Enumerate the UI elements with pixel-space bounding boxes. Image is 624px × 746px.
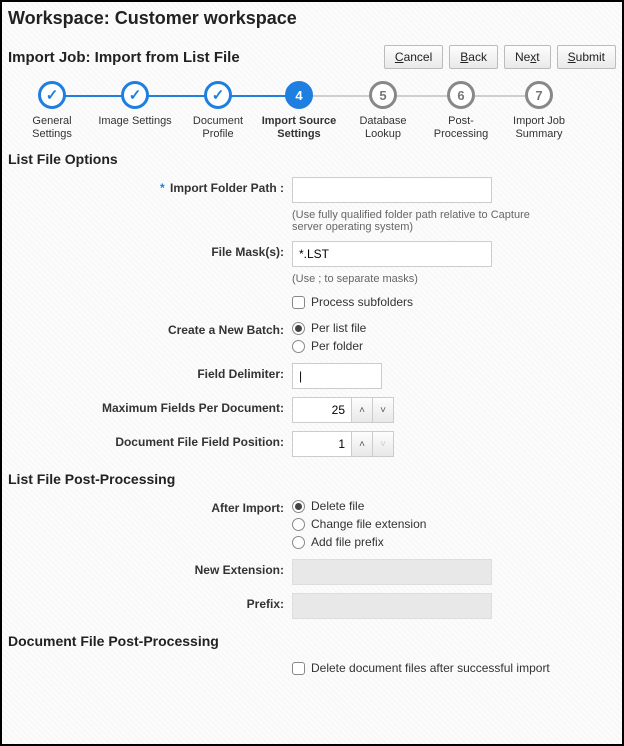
radio-label: Per list file <box>311 321 366 335</box>
radio-label: Delete file <box>311 499 364 513</box>
chevron-down-icon: ˅ <box>380 405 386 416</box>
step-import-job-summary[interactable]: 7 Import Job Summary <box>500 81 578 141</box>
prefix-input <box>292 593 492 619</box>
wizard-stepper: ✓ General Settings ✓ Image Settings ✓ Do… <box>2 73 622 141</box>
spin-up-button[interactable]: ˄ <box>351 431 373 457</box>
file-masks-hint: (Use ; to separate masks) <box>292 273 562 285</box>
check-icon: ✓ <box>46 86 59 104</box>
step-label: Database Lookup <box>359 115 406 141</box>
section-list-file-post-processing: List File Post-Processing <box>2 461 622 493</box>
checkbox-icon <box>292 662 305 675</box>
process-subfolders-checkbox[interactable]: Process subfolders <box>292 293 610 311</box>
after-import-delete-radio[interactable]: Delete file <box>292 497 610 515</box>
chevron-up-icon: ˄ <box>359 405 365 416</box>
new-extension-input <box>292 559 492 585</box>
spin-down-button[interactable]: ˅ <box>372 397 394 423</box>
next-button[interactable]: Next <box>504 45 551 69</box>
import-folder-path-label: * Import Folder Path : <box>2 177 292 195</box>
step-label: Post- Processing <box>434 115 488 141</box>
section-list-file-options: List File Options <box>2 141 622 173</box>
step-label: Import Source Settings <box>262 115 337 141</box>
checkbox-icon <box>292 296 305 309</box>
check-icon: ✓ <box>129 86 142 104</box>
back-button[interactable]: Back <box>449 45 498 69</box>
section-document-file-post-processing: Document File Post-Processing <box>2 623 622 655</box>
action-buttons: Cancel Back Next Submit <box>384 45 616 69</box>
prefix-label: Prefix: <box>2 593 292 611</box>
doc-field-pos-spinner: ˄ ˅ <box>292 431 394 457</box>
import-folder-path-input[interactable] <box>292 177 492 203</box>
radio-icon <box>292 500 305 513</box>
step-database-lookup[interactable]: 5 Database Lookup <box>344 81 422 141</box>
check-icon: ✓ <box>212 86 225 104</box>
batch-per-folder-radio[interactable]: Per folder <box>292 337 610 355</box>
field-delimiter-input[interactable] <box>292 363 382 389</box>
step-image-settings[interactable]: ✓ Image Settings <box>88 81 182 128</box>
doc-field-pos-label: Document File Field Position: <box>2 431 292 449</box>
step-general-settings[interactable]: ✓ General Settings <box>16 81 88 141</box>
chevron-down-icon: ˅ <box>380 439 386 450</box>
max-fields-spinner: ˄ ˅ <box>292 397 394 423</box>
step-import-source-settings[interactable]: 4 Import Source Settings <box>254 81 344 141</box>
after-import-label: After Import: <box>2 497 292 515</box>
radio-icon <box>292 536 305 549</box>
max-fields-input[interactable] <box>292 397 352 423</box>
radio-label: Change file extension <box>311 517 426 531</box>
chevron-up-icon: ˄ <box>359 439 365 450</box>
radio-icon <box>292 340 305 353</box>
doc-field-pos-input[interactable] <box>292 431 352 457</box>
delete-doc-files-checkbox[interactable]: Delete document files after successful i… <box>292 659 610 677</box>
import-folder-path-hint: (Use fully qualified folder path relativ… <box>292 209 562 233</box>
step-label: Import Job Summary <box>513 115 565 141</box>
step-number: 6 <box>447 81 475 109</box>
step-label: Document Profile <box>193 115 243 141</box>
step-label: General Settings <box>32 115 72 141</box>
delete-doc-files-label: Delete document files after successful i… <box>311 661 550 675</box>
after-import-change-ext-radio[interactable]: Change file extension <box>292 515 610 533</box>
step-label: Image Settings <box>98 115 171 128</box>
file-masks-input[interactable] <box>292 241 492 267</box>
radio-label: Per folder <box>311 339 363 353</box>
after-import-add-prefix-radio[interactable]: Add file prefix <box>292 533 610 551</box>
step-number: 4 <box>285 81 313 109</box>
workspace-title: Workspace: Customer workspace <box>2 2 622 45</box>
step-number: 7 <box>525 81 553 109</box>
field-delimiter-label: Field Delimiter: <box>2 363 292 381</box>
cancel-button[interactable]: Cancel <box>384 45 443 69</box>
spin-down-button: ˅ <box>372 431 394 457</box>
spin-up-button[interactable]: ˄ <box>351 397 373 423</box>
new-extension-label: New Extension: <box>2 559 292 577</box>
file-masks-label: File Mask(s): <box>2 241 292 259</box>
step-document-profile[interactable]: ✓ Document Profile <box>182 81 254 141</box>
step-post-processing[interactable]: 6 Post- Processing <box>422 81 500 141</box>
process-subfolders-label: Process subfolders <box>311 295 413 309</box>
radio-label: Add file prefix <box>311 535 384 549</box>
batch-per-list-file-radio[interactable]: Per list file <box>292 319 610 337</box>
radio-icon <box>292 518 305 531</box>
radio-icon <box>292 322 305 335</box>
job-title: Import Job: Import from List File <box>8 49 240 66</box>
create-new-batch-label: Create a New Batch: <box>2 319 292 337</box>
max-fields-label: Maximum Fields Per Document: <box>2 397 292 415</box>
step-number: 5 <box>369 81 397 109</box>
submit-button[interactable]: Submit <box>557 45 616 69</box>
